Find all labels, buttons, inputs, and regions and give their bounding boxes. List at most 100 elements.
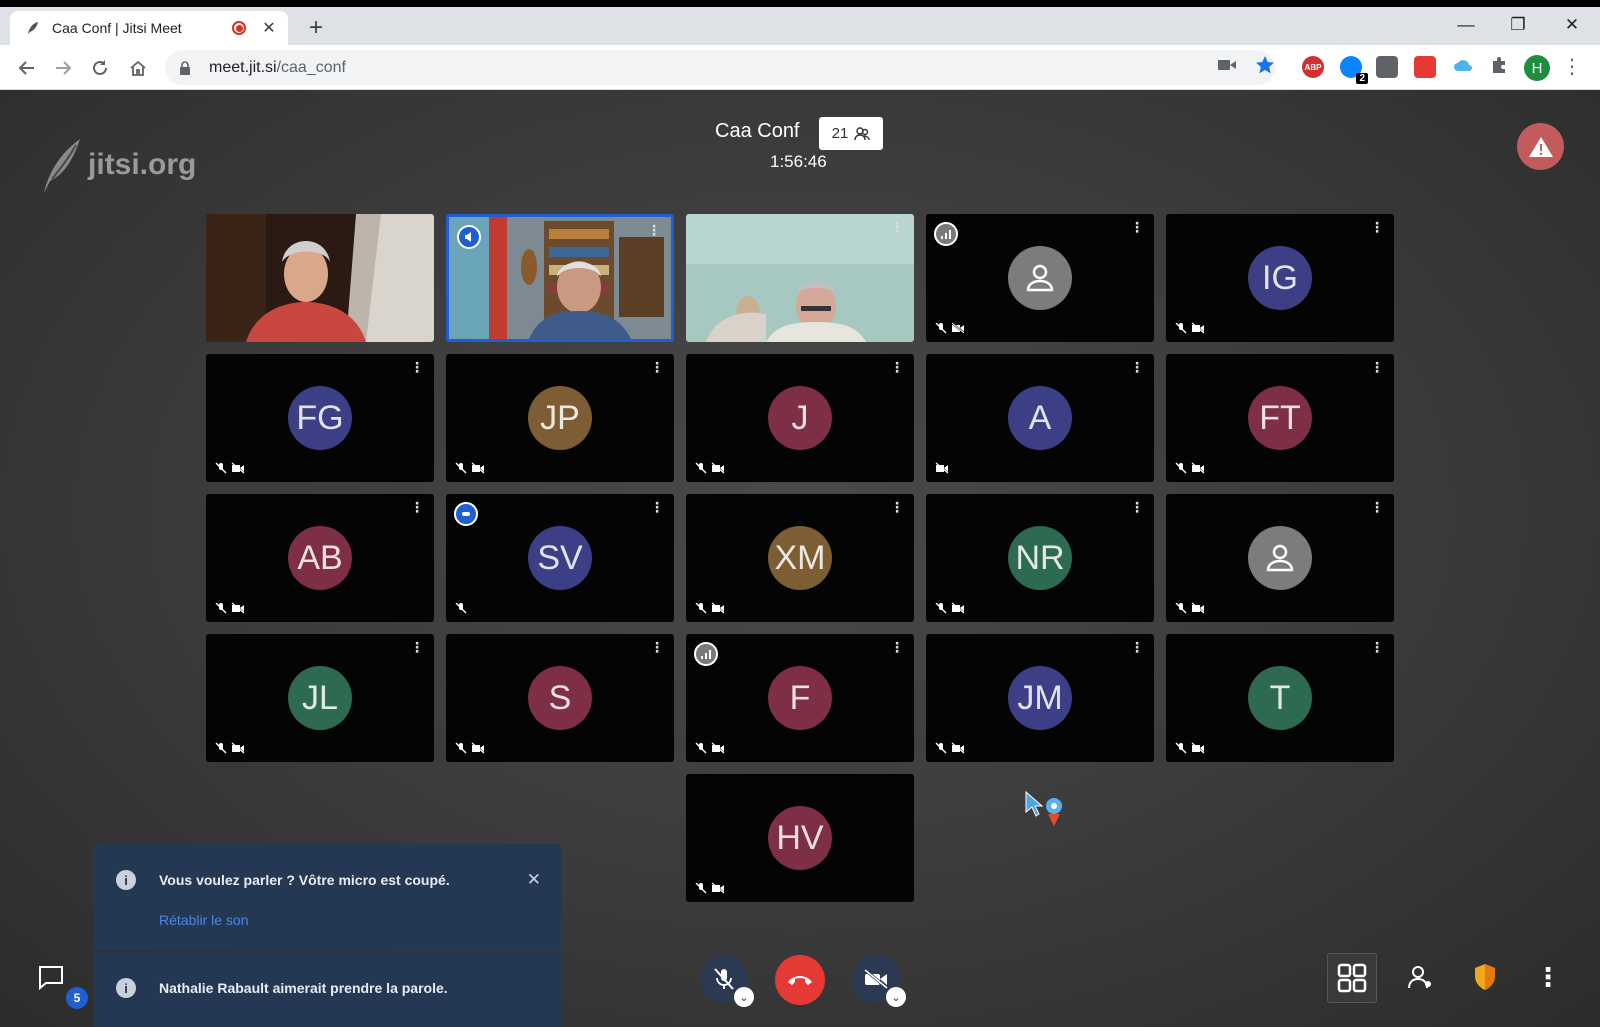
- participant-more-icon[interactable]: ⋮: [890, 640, 904, 654]
- participant-more-icon[interactable]: ⋮: [1130, 360, 1144, 374]
- cursor-arrow-icon: [1025, 790, 1062, 826]
- user-placeholder-icon: [1026, 264, 1054, 292]
- warning-triangle-icon: [1528, 136, 1553, 157]
- participant-count-badge[interactable]: 21: [819, 117, 883, 150]
- participant-more-icon[interactable]: ⋮: [650, 500, 664, 514]
- participant-more-icon[interactable]: ⋮: [410, 640, 424, 654]
- participant-tile[interactable]: J ⋮: [686, 354, 914, 482]
- participant-tile[interactable]: NR ⋮: [926, 494, 1154, 622]
- camera-off-icon: [864, 969, 888, 989]
- forward-button[interactable]: [48, 53, 78, 83]
- participant-tile[interactable]: A ⋮: [926, 354, 1154, 482]
- extension-pdf-icon[interactable]: [1414, 56, 1436, 78]
- chat-button[interactable]: [36, 962, 66, 992]
- participant-tile[interactable]: ⋮: [686, 214, 914, 342]
- adblock-extension-icon[interactable]: ABP: [1302, 56, 1324, 78]
- media-status: [695, 882, 725, 894]
- participant-more-icon[interactable]: ⋮: [647, 223, 661, 237]
- address-bar[interactable]: meet.jit.si/caa_conf: [165, 50, 1275, 85]
- participant-more-icon[interactable]: ⋮: [410, 360, 424, 374]
- participant-more-icon[interactable]: ⋮: [1370, 640, 1384, 654]
- new-tab-button[interactable]: +: [302, 15, 330, 43]
- participant-tile[interactable]: F ⋮: [686, 634, 914, 762]
- participant-tile[interactable]: ⋮: [1166, 494, 1394, 622]
- microphone-button[interactable]: ⌄: [700, 955, 754, 1007]
- extension-badge-icon[interactable]: 2: [1340, 56, 1368, 84]
- home-button[interactable]: [123, 53, 153, 83]
- jitsi-logo[interactable]: jitsi.org: [40, 135, 196, 195]
- camera-options-chevron-icon[interactable]: ⌄: [886, 987, 906, 1007]
- participant-tile[interactable]: SV ⋮: [446, 494, 674, 622]
- tile-view-icon: [1337, 963, 1367, 993]
- participant-tile[interactable]: S ⋮: [446, 634, 674, 762]
- cloud-extension-icon[interactable]: [1452, 54, 1474, 76]
- participant-tile[interactable]: ⋮: [926, 214, 1154, 342]
- participant-tile[interactable]: JP ⋮: [446, 354, 674, 482]
- participant-tile-active-speaker[interactable]: ⋮: [446, 214, 674, 342]
- video-muted-icon: [1191, 742, 1205, 754]
- participant-tile[interactable]: FT ⋮: [1166, 354, 1394, 482]
- media-status: [935, 742, 965, 754]
- camera-in-use-icon[interactable]: [1216, 54, 1238, 76]
- browser-toolbar: meet.jit.si/caa_conf ABP 2 H ⋮: [0, 45, 1600, 90]
- participant-tile[interactable]: IG ⋮: [1166, 214, 1394, 342]
- tile-view-button[interactable]: [1327, 953, 1377, 1003]
- participant-more-icon[interactable]: ⋮: [1370, 220, 1384, 234]
- info-icon: i: [116, 870, 136, 890]
- participant-tile[interactable]: FG ⋮: [206, 354, 434, 482]
- participant-tile[interactable]: HV: [686, 774, 914, 902]
- participant-more-icon[interactable]: ⋮: [1370, 500, 1384, 514]
- browser-menu-icon[interactable]: ⋮: [1562, 56, 1582, 80]
- browser-tab-active[interactable]: Caa Conf | Jitsi Meet ✕: [10, 11, 288, 45]
- media-status: [215, 742, 245, 754]
- notification-close-icon[interactable]: ✕: [527, 870, 541, 890]
- participant-more-icon[interactable]: ⋮: [890, 500, 904, 514]
- mic-options-chevron-icon[interactable]: ⌄: [734, 987, 754, 1007]
- participant-tile[interactable]: JL ⋮: [206, 634, 434, 762]
- participant-tile[interactable]: AB ⋮: [206, 494, 434, 622]
- participant-tile[interactable]: JM ⋮: [926, 634, 1154, 762]
- extensions-puzzle-icon[interactable]: [1488, 54, 1510, 76]
- participant-more-icon[interactable]: ⋮: [1130, 500, 1144, 514]
- more-actions-icon[interactable]: ⋮: [1535, 960, 1561, 994]
- reload-button[interactable]: [85, 53, 115, 83]
- participant-avatar: JL: [288, 666, 352, 730]
- participant-tile[interactable]: T ⋮: [1166, 634, 1394, 762]
- participant-tile[interactable]: [206, 214, 434, 342]
- raise-hand-notification: i Nathalie Rabault aimerait prendre la p…: [93, 952, 561, 1027]
- lock-icon: [179, 60, 195, 76]
- extension-bulb-icon[interactable]: [1376, 56, 1398, 78]
- invite-button[interactable]: [1403, 960, 1437, 994]
- window-restore-button[interactable]: ❐: [1498, 15, 1538, 35]
- tab-title: Caa Conf | Jitsi Meet: [52, 20, 182, 36]
- hangup-button[interactable]: [775, 955, 825, 1005]
- window-minimize-button[interactable]: —: [1446, 15, 1486, 35]
- window-close-button[interactable]: ✕: [1552, 15, 1592, 35]
- video-muted-icon: [951, 322, 965, 334]
- phone-hangup-icon: [788, 976, 812, 985]
- participant-avatar: IG: [1248, 246, 1312, 310]
- camera-button[interactable]: ⌄: [852, 955, 906, 1007]
- participant-more-icon[interactable]: ⋮: [1130, 640, 1144, 654]
- video-muted-icon: [471, 742, 485, 754]
- unmute-link[interactable]: Rétablir le son: [159, 912, 249, 928]
- tab-close-icon[interactable]: ✕: [260, 18, 278, 38]
- participant-more-icon[interactable]: ⋮: [890, 220, 904, 234]
- participant-more-icon[interactable]: ⋮: [650, 360, 664, 374]
- security-options-button[interactable]: [1468, 960, 1502, 994]
- media-status: [935, 602, 965, 614]
- profile-avatar[interactable]: H: [1524, 55, 1550, 81]
- participant-more-icon[interactable]: ⋮: [410, 500, 424, 514]
- bookmark-star-icon[interactable]: [1254, 54, 1276, 76]
- mic-muted-icon: [695, 462, 707, 474]
- participant-more-icon[interactable]: ⋮: [890, 360, 904, 374]
- participant-more-icon[interactable]: ⋮: [650, 640, 664, 654]
- video-muted-icon: [951, 602, 965, 614]
- user-placeholder-icon: [1266, 544, 1294, 572]
- back-button[interactable]: [12, 53, 42, 83]
- participant-more-icon[interactable]: ⋮: [1370, 360, 1384, 374]
- media-status: [215, 602, 245, 614]
- participant-tile[interactable]: XM ⋮: [686, 494, 914, 622]
- participant-more-icon[interactable]: ⋮: [1130, 220, 1144, 234]
- warning-button[interactable]: [1517, 123, 1564, 170]
